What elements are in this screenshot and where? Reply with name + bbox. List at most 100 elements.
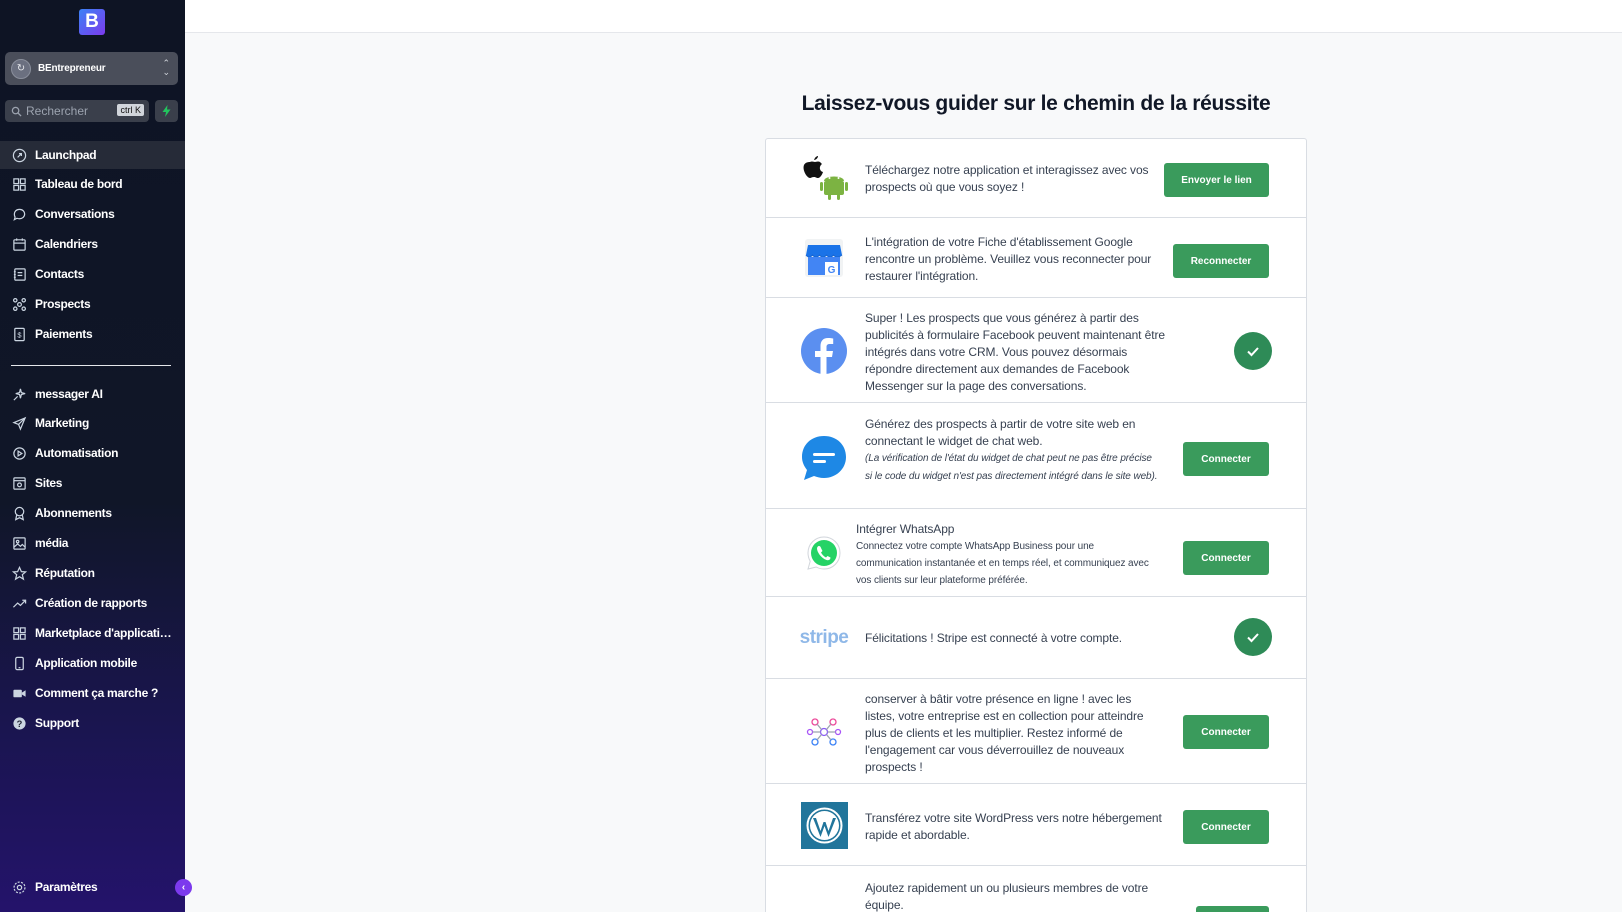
sidebar-item-label: Paramètres — [35, 880, 98, 894]
sidebar-item-label: Marketing — [35, 416, 89, 430]
sidebar-item-label: Comment ça marche ? — [35, 686, 159, 700]
sidebar-item-contacts[interactable]: Contacts — [0, 260, 185, 288]
trend-icon — [11, 595, 27, 611]
account-avatar: ↻ — [11, 58, 31, 79]
collapse-sidebar-button[interactable]: ‹ — [175, 879, 192, 896]
media-icon — [11, 535, 27, 551]
sidebar-item-reports[interactable]: Création de rapports — [0, 589, 185, 617]
page-title: Laissez-vous guider sur le chemin de la … — [801, 92, 1271, 115]
sidebar-item-label: Sites — [35, 476, 63, 490]
search-shortcut: ctrl K — [117, 104, 144, 116]
sidebar-item-sites[interactable]: Sites — [0, 469, 185, 497]
sidebar-item-subscriptions[interactable]: Abonnements — [0, 499, 185, 527]
list-item: conserver à bâtir votre présence en lign… — [766, 679, 1306, 784]
sidebar-item-label: Support — [35, 716, 79, 730]
row-text: Ajoutez rapidement un ou plusieurs membr… — [865, 881, 1149, 912]
sparkle-icon — [11, 386, 27, 402]
list-item: Super ! Les prospects que vous générez à… — [766, 298, 1306, 403]
row-text-main: Connectez votre compte WhatsApp Business… — [856, 541, 1149, 586]
sidebar-item-label: Paiements — [35, 327, 93, 341]
sidebar-item-prospects[interactable]: Prospects — [0, 290, 185, 318]
google-business-icon: G — [800, 234, 848, 282]
sidebar-item-settings[interactable]: Paramètres — [0, 873, 185, 901]
sidebar-item-calendars[interactable]: Calendriers — [0, 230, 185, 258]
sidebar-item-support[interactable]: ? Support — [0, 709, 185, 737]
connected-check-icon — [1234, 332, 1272, 370]
chat-icon — [11, 206, 27, 222]
sidebar-item-messager-ai[interactable]: messager AI — [0, 380, 185, 408]
list-item: Téléchargez notre application et interag… — [766, 139, 1306, 218]
sidebar-item-launchpad[interactable]: Launchpad — [0, 141, 185, 169]
sites-icon — [11, 475, 27, 491]
sidebar-item-label: Abonnements — [35, 506, 112, 520]
sidebar-divider — [11, 365, 171, 366]
sidebar-item-label: Conversations — [35, 207, 115, 221]
list-item: stripe Félicitations ! Stripe est connec… — [766, 597, 1306, 679]
whatsapp-icon — [800, 529, 848, 577]
add-team-member-button[interactable] — [1196, 906, 1269, 912]
list-item: Transférez votre site WordPress vers not… — [766, 784, 1306, 866]
account-name: BEntrepreneur — [38, 63, 106, 74]
app-logo[interactable]: B — [79, 9, 105, 35]
phone-icon — [11, 655, 27, 671]
connect-whatsapp-button[interactable]: Connecter — [1183, 541, 1269, 575]
gear-icon — [11, 879, 27, 895]
sidebar-item-payments[interactable]: $ Paiements — [0, 320, 185, 348]
sidebar-item-label: Contacts — [35, 267, 84, 281]
sidebar-item-marketplace[interactable]: Marketplace d'applicatio... — [0, 619, 185, 647]
rocket-icon — [11, 147, 27, 163]
team-icon — [800, 906, 848, 912]
sidebar-item-media[interactable]: média — [0, 529, 185, 557]
wordpress-icon — [800, 801, 848, 849]
calendar-icon — [11, 236, 27, 252]
connect-listings-button[interactable]: Connecter — [1183, 715, 1269, 749]
sidebar-item-label: Automatisation — [35, 446, 119, 460]
send-icon — [11, 415, 27, 431]
row-text: Félicitations ! Stripe est connecté à vo… — [865, 631, 1123, 645]
svg-text:?: ? — [16, 718, 22, 728]
sidebar-item-automation[interactable]: Automatisation — [0, 439, 185, 467]
row-note: (La vérification de l'état du widget de … — [865, 453, 1158, 482]
svg-text:G: G — [828, 265, 836, 276]
listings-icon — [800, 708, 848, 756]
list-item: Ajoutez rapidement un ou plusieurs membr… — [766, 866, 1306, 912]
chevron-updown-icon: ⌃ ⌄ — [162, 58, 170, 77]
list-item: Générez des prospects à partir de votre … — [766, 403, 1306, 509]
sidebar-item-label: Marketplace d'applicatio... — [35, 626, 175, 640]
dashboard-icon — [11, 176, 27, 192]
apple-android-icon — [800, 154, 848, 202]
sidebar-item-dashboard[interactable]: Tableau de bord — [0, 170, 185, 198]
row-text-main: Générez des prospects à partir de votre … — [865, 417, 1136, 448]
facebook-icon — [800, 327, 848, 375]
sidebar-item-marketing[interactable]: Marketing — [0, 409, 185, 437]
sidebar-item-label: Réputation — [35, 566, 95, 580]
row-heading: Intégrer WhatsApp — [856, 522, 955, 536]
sidebar-item-label: Application mobile — [35, 656, 137, 670]
chat-widget-icon — [800, 434, 848, 482]
account-switcher[interactable]: ↻ BEntrepreneur ⌃ ⌄ — [5, 52, 178, 85]
top-bar — [185, 0, 1622, 33]
row-text: Transférez votre site WordPress vers not… — [865, 811, 1162, 842]
quick-action-button[interactable] — [155, 100, 178, 122]
launchpad-card: Téléchargez notre application et interag… — [765, 138, 1307, 912]
connected-check-icon — [1234, 618, 1272, 656]
row-text: Générez des prospects à partir de votre … — [865, 416, 1160, 486]
sidebar-item-mobile-app[interactable]: Application mobile — [0, 649, 185, 677]
sidebar-item-label: média — [35, 536, 69, 550]
connect-chat-widget-button[interactable]: Connecter — [1183, 442, 1269, 476]
payments-icon: $ — [11, 326, 27, 342]
connect-wordpress-button[interactable]: Connecter — [1183, 810, 1269, 844]
svg-text:$: $ — [17, 330, 22, 339]
sidebar-item-how-it-works[interactable]: Comment ça marche ? — [0, 679, 185, 707]
row-text: L'intégration de votre Fiche d'établisse… — [865, 235, 1152, 283]
reconnect-button[interactable]: Reconnecter — [1173, 244, 1269, 278]
send-link-button[interactable]: Envoyer le lien — [1164, 163, 1269, 197]
bolt-icon — [162, 105, 171, 117]
row-text: Super ! Les prospects que vous générez à… — [865, 311, 1165, 393]
automation-icon — [11, 445, 27, 461]
sidebar-item-reputation[interactable]: Réputation — [0, 559, 185, 587]
search-input[interactable]: Rechercher ctrl K — [5, 100, 149, 122]
sidebar-item-conversations[interactable]: Conversations — [0, 200, 185, 228]
sidebar: B ↻ BEntrepreneur ⌃ ⌄ Rechercher ctrl K L… — [0, 0, 185, 912]
sidebar-item-label: Création de rapports — [35, 596, 148, 610]
